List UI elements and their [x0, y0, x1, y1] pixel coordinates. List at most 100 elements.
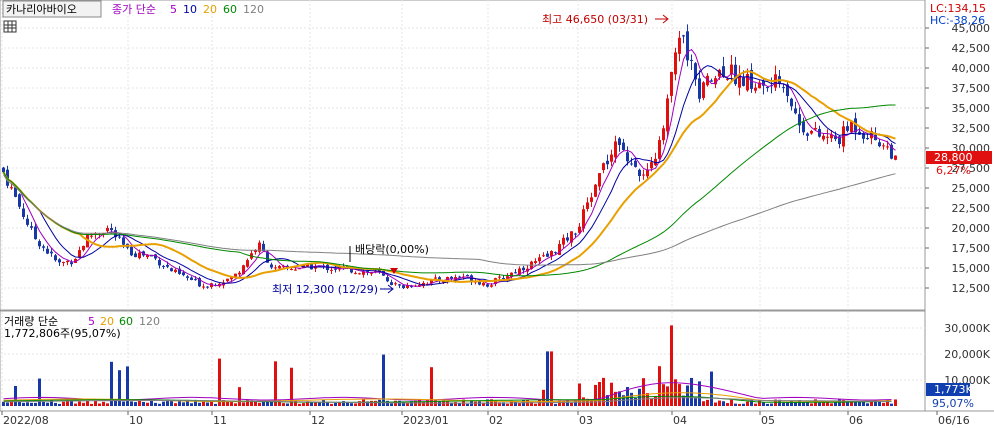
- volume-bar: [30, 402, 33, 406]
- volume-bar: [90, 403, 93, 406]
- x-tick-label: 2022/08: [3, 414, 49, 427]
- candle-body: [686, 31, 689, 61]
- candle-body: [490, 285, 493, 287]
- x-tick-label: 2023/01: [403, 414, 449, 427]
- volume-bar: [890, 403, 893, 406]
- volume-bar: [38, 378, 41, 406]
- candle-body: [450, 276, 453, 279]
- candle-body: [822, 135, 825, 140]
- x-tick-label: 10: [129, 414, 143, 427]
- x-tick-label: 03: [579, 414, 593, 427]
- volume-bar: [882, 402, 885, 406]
- dividend-annotation: 배당락(0,00%): [355, 243, 429, 256]
- volume-bar: [678, 384, 681, 406]
- candle-body: [598, 173, 601, 187]
- volume-bar: [534, 403, 537, 406]
- volume-bar: [106, 403, 109, 406]
- volume-bar: [670, 325, 673, 406]
- candle-body: [354, 272, 357, 274]
- volume-bar: [446, 401, 449, 406]
- volume-bar: [218, 358, 221, 406]
- candle-body: [186, 276, 189, 278]
- last-price: 28,800: [934, 151, 973, 164]
- volume-bar: [94, 400, 97, 406]
- price-tick-label: 17,500: [952, 242, 991, 255]
- candle-body: [782, 87, 785, 89]
- volume-bar: [82, 402, 85, 406]
- volume-bar: [86, 400, 89, 406]
- volume-bar: [326, 402, 329, 406]
- volume-bar: [70, 400, 73, 406]
- x-tick-label: 06: [849, 414, 863, 427]
- candle-body: [330, 269, 333, 271]
- candle-body: [398, 284, 401, 286]
- hc-value: HC:-38,26: [930, 14, 985, 27]
- volume-bar: [730, 399, 733, 406]
- last-volume-value: 1,773K: [934, 383, 973, 396]
- volume-bar: [142, 401, 145, 406]
- volume-bar: [302, 403, 305, 406]
- volume-bar: [818, 402, 821, 406]
- candle-body: [194, 279, 197, 281]
- candle-body: [690, 59, 693, 61]
- volume-bar: [158, 403, 161, 406]
- candle-body: [562, 237, 565, 245]
- price-label: 종가 단순: [112, 3, 156, 16]
- volume-bar: [690, 377, 693, 406]
- volume-bar: [22, 402, 25, 406]
- volume-bar: [314, 402, 317, 406]
- volume-bar: [146, 402, 149, 406]
- table-icon[interactable]: [3, 20, 17, 33]
- x-tick-label: 05: [761, 414, 775, 427]
- candle-body: [30, 226, 33, 228]
- candle-body: [754, 87, 757, 91]
- volume-bar: [62, 401, 65, 406]
- candle-body: [790, 98, 793, 107]
- candle-body: [542, 255, 545, 257]
- candle-body: [174, 269, 177, 272]
- candle-body: [742, 77, 745, 86]
- candle-body: [202, 286, 205, 288]
- candle-body: [162, 265, 165, 267]
- candle-body: [70, 262, 73, 265]
- candle-body: [606, 160, 609, 165]
- volume-bar: [26, 402, 29, 406]
- volume-bar: [242, 402, 245, 406]
- candle-body: [66, 260, 69, 263]
- volume-bar: [766, 403, 769, 406]
- volume-tick-label: 30,000K: [944, 322, 990, 335]
- candle-body: [846, 126, 849, 131]
- candle-body: [394, 283, 397, 285]
- candle-body: [682, 35, 685, 37]
- volume-bar: [870, 401, 873, 406]
- candle-body: [34, 226, 37, 240]
- volume-bar: [714, 402, 717, 406]
- candle-body: [110, 228, 113, 231]
- candle-body: [130, 246, 133, 256]
- candle-body: [22, 208, 25, 217]
- price-tick-label: 15,000: [952, 262, 991, 275]
- ma60-label: 60: [223, 3, 237, 16]
- candle-body: [630, 163, 633, 165]
- volume-bar: [382, 354, 385, 406]
- volume-bar: [718, 400, 721, 406]
- candle-body: [166, 264, 169, 267]
- candle-body: [2, 167, 5, 173]
- candle-body: [534, 261, 537, 264]
- volume-bar: [2, 401, 5, 406]
- x-tick-label: 04: [673, 414, 687, 427]
- volume-bar: [102, 401, 105, 406]
- candle-body: [622, 142, 625, 150]
- candle-body: [58, 259, 61, 263]
- ma10-label: 10: [183, 3, 197, 16]
- volume-bar: [506, 403, 509, 406]
- volume-bar: [338, 402, 341, 406]
- volume-bar: [34, 402, 37, 406]
- candle-body: [10, 187, 13, 189]
- candle-body: [274, 267, 277, 269]
- volume-bar: [642, 378, 645, 406]
- candle-body: [602, 163, 605, 171]
- candle-body: [54, 255, 57, 261]
- candle-body: [766, 87, 769, 89]
- volume-bar: [646, 393, 649, 406]
